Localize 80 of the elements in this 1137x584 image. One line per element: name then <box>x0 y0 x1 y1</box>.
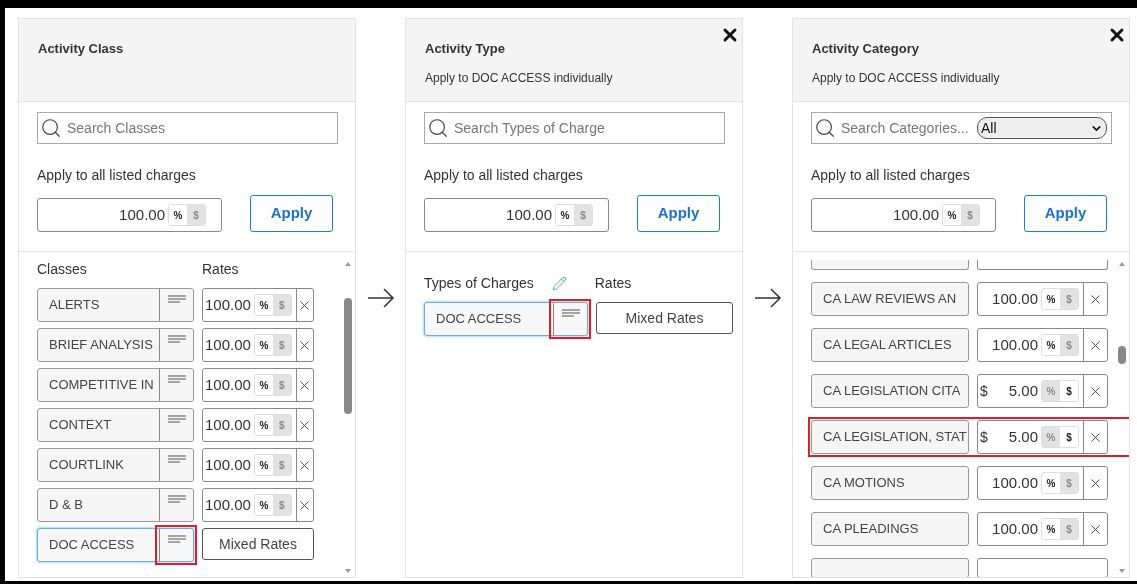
charge-name-field[interactable]: DOC ACCESS <box>37 528 194 562</box>
charge-name-field[interactable]: CA LEGISLATION CITA <box>811 374 969 408</box>
charge-name-field[interactable]: CA LAW REVIEWS AN <box>811 282 969 316</box>
mixed-rates-button[interactable]: Mixed Rates <box>202 528 314 560</box>
charge-name-field[interactable]: DOC ACCESS <box>424 302 588 336</box>
charge-name: CONTEXT <box>48 416 113 435</box>
charge-name-field[interactable]: COURTLINK <box>37 448 194 482</box>
rate-value: 100.00 <box>991 334 1038 355</box>
rate-field[interactable]: 100.00 % $ <box>977 466 1108 500</box>
rate-value: 100.00 <box>991 472 1038 493</box>
charge-name: CA LEGISLATION, STAT <box>822 428 968 447</box>
charge-name-field[interactable]: CA LEGISLATION, STAT <box>811 420 969 454</box>
column-header: Types of Charges <box>424 273 534 293</box>
column-header: Rates <box>202 259 239 279</box>
rate-field[interactable]: 100.00 % $ <box>202 448 314 482</box>
charge-name: CA LEGISLATION CITA <box>822 382 962 401</box>
rate-field[interactable]: $ 5.00 % $ <box>977 374 1108 408</box>
rate-field[interactable]: 100.00 % $ <box>202 328 314 362</box>
charge-name-field[interactable]: BRIEF ANALYSIS <box>37 328 194 362</box>
amount-field[interactable]: 100.00 % $ <box>811 198 996 232</box>
rate-field[interactable]: 100.00 % $ <box>977 282 1108 316</box>
rate-field[interactable]: $ 5.00 % $ <box>977 420 1108 454</box>
apply-label: Apply to all listed charges <box>811 166 971 185</box>
amount-value: 100.00 <box>893 204 939 225</box>
rate-value: 100.00 <box>205 454 251 475</box>
currency-sign: $ <box>980 381 988 401</box>
rate-value: 100.00 <box>205 374 251 395</box>
apply-button[interactable]: Apply <box>1024 195 1107 232</box>
charge-name: D & B <box>48 496 84 515</box>
charge-name: ALERTS <box>48 296 101 315</box>
amount-field[interactable]: 100.00 % $ <box>424 198 609 232</box>
rate-value: 100.00 <box>205 334 251 355</box>
charge-name-field[interactable]: CA MOTIONS <box>811 466 969 500</box>
mixed-rates-button[interactable]: Mixed Rates <box>596 302 733 334</box>
rate-value: 5.00 <box>1007 380 1038 401</box>
charge-name-field[interactable]: D & B <box>37 488 194 522</box>
column-header: Classes <box>37 259 88 279</box>
rate-field[interactable]: 100.00 % $ <box>977 328 1108 362</box>
search-field[interactable]: Search Classes <box>37 112 338 144</box>
charge-name: CA LEGAL ARTICLES <box>822 336 953 355</box>
rate-value: 100.00 <box>205 494 251 515</box>
charge-name-field[interactable]: CONTEXT <box>37 408 194 442</box>
filter-dropdown[interactable]: All <box>977 117 1107 139</box>
rate-value: 100.00 <box>205 414 251 435</box>
amount-value: 100.00 <box>119 204 165 225</box>
charge-name-field[interactable]: CA PLEADINGS <box>811 512 969 546</box>
panel-title: Activity Category <box>812 40 920 58</box>
rate-field[interactable]: 100.00 % $ <box>202 288 314 322</box>
charge-name-field[interactable]: CA LEGAL ARTICLES <box>811 328 969 362</box>
charge-name: COURTLINK <box>48 456 125 475</box>
rate-value: 100.00 <box>991 518 1038 539</box>
amount-field[interactable]: 100.00 % $ <box>37 198 222 232</box>
rate-value: 100.00 <box>205 294 251 315</box>
charge-name: DOC ACCESS <box>435 310 523 329</box>
panel-title: Activity Type <box>425 40 506 58</box>
rate-field[interactable]: 100.00 % $ <box>977 512 1108 546</box>
charge-name: BRIEF ANALYSIS <box>48 336 154 355</box>
rate-field[interactable]: 100.00 % $ <box>202 408 314 442</box>
panel-subtitle: Apply to DOC ACCESS individually <box>812 69 1001 87</box>
rate-value: 5.00 <box>1007 426 1038 447</box>
amount-value: 100.00 <box>506 204 552 225</box>
charge-name: CA LAW REVIEWS AN <box>822 290 958 309</box>
currency-sign: $ <box>980 427 988 447</box>
rate-field[interactable]: 100.00 % $ <box>202 368 314 402</box>
panel-subtitle: Apply to DOC ACCESS individually <box>425 69 614 87</box>
rate-field[interactable]: 100.00 % $ <box>202 488 314 522</box>
charge-name: DOC ACCESS <box>48 536 136 555</box>
charge-name: CA MOTIONS <box>822 474 906 493</box>
search-field[interactable]: Search Types of Charge <box>424 112 725 144</box>
charge-name-field[interactable]: COMPETITIVE IN <box>37 368 194 402</box>
charge-name: CA PLEADINGS <box>822 520 920 539</box>
apply-button[interactable]: Apply <box>637 195 720 232</box>
panel-title: Activity Class <box>38 40 125 58</box>
charge-name: COMPETITIVE IN <box>48 376 155 395</box>
rate-value: 100.00 <box>991 288 1038 309</box>
charge-name-field[interactable]: ALERTS <box>37 288 194 322</box>
apply-button[interactable]: Apply <box>250 195 333 232</box>
column-header: Rates <box>594 273 632 293</box>
apply-label: Apply to all listed charges <box>37 166 197 185</box>
apply-label: Apply to all listed charges <box>424 166 584 185</box>
